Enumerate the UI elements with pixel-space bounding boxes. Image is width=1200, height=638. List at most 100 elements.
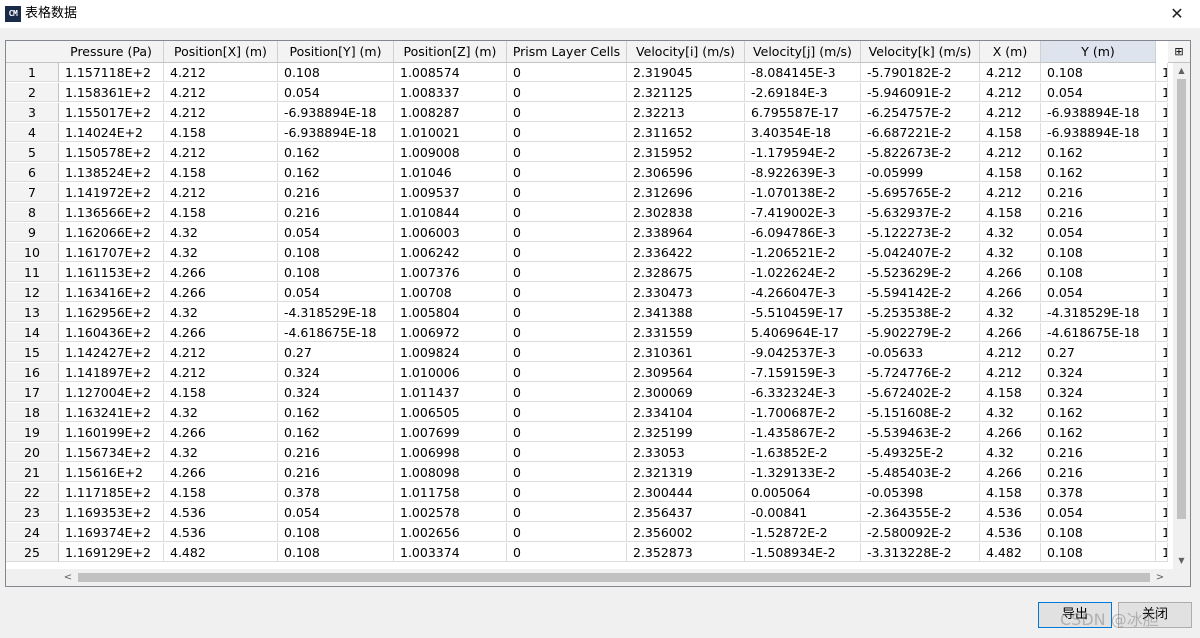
table-cell[interactable]: 1.162066E+2	[59, 223, 164, 242]
table-cell[interactable]: 1.008337	[394, 83, 507, 102]
table-cell[interactable]: -5.672402E-2	[861, 383, 980, 402]
table-cell[interactable]: 1.155017E+2	[59, 103, 164, 122]
table-cell[interactable]: 0	[507, 103, 627, 122]
table-cell[interactable]: 2.311652	[627, 123, 745, 142]
table-cell[interactable]: 4.212	[980, 183, 1041, 202]
row-header[interactable]: 24	[6, 523, 59, 542]
table-cell[interactable]: 1.006505	[394, 403, 507, 422]
table-cell[interactable]: 1.002578	[394, 503, 507, 522]
table-cell[interactable]: 0.162	[278, 163, 394, 182]
table-cell[interactable]: 2.334104	[627, 403, 745, 422]
table-cell[interactable]: 2.300069	[627, 383, 745, 402]
row-header[interactable]: 14	[6, 323, 59, 342]
table-cell[interactable]: 0.216	[1041, 203, 1156, 222]
table-cell[interactable]: 4.212	[980, 343, 1041, 362]
table-cell[interactable]: 0.162	[1041, 143, 1156, 162]
table-cell[interactable]: 4.536	[980, 503, 1041, 522]
table-cell[interactable]: 0	[507, 163, 627, 182]
table-cell[interactable]: 4.482	[980, 543, 1041, 562]
table-cell[interactable]: 1.158361E+2	[59, 83, 164, 102]
table-cell[interactable]: 2.300444	[627, 483, 745, 502]
table-cell[interactable]: 0	[507, 523, 627, 542]
table-cell[interactable]: 1	[1156, 403, 1168, 422]
table-cell[interactable]: 4.158	[980, 483, 1041, 502]
table-cell[interactable]: -1.435867E-2	[745, 423, 861, 442]
table-cell[interactable]: 0.378	[278, 483, 394, 502]
table-row[interactable]: 14 1.160436E+2 4.266 -4.618675E-18 1.006972 0…	[6, 323, 1190, 343]
table-cell[interactable]: 4.212	[164, 83, 278, 102]
table-cell[interactable]: 0.162	[1041, 403, 1156, 422]
window-close-button[interactable]: ✕	[1154, 0, 1200, 28]
table-cell[interactable]: 1.160436E+2	[59, 323, 164, 342]
table-row[interactable]: 11 1.161153E+2 4.266 0.108 1.007376 0 2.328675…	[6, 263, 1190, 283]
table-cell[interactable]: 1.011758	[394, 483, 507, 502]
table-cell[interactable]: 0.324	[278, 383, 394, 402]
table-cell[interactable]: 1.161153E+2	[59, 263, 164, 282]
table-cell[interactable]: 4.212	[980, 83, 1041, 102]
table-cell[interactable]: 0	[507, 383, 627, 402]
table-cell[interactable]: -5.485403E-2	[861, 463, 980, 482]
table-cell[interactable]: 4.266	[980, 463, 1041, 482]
table-cell[interactable]: 0.324	[1041, 383, 1156, 402]
table-cell[interactable]: -5.253538E-2	[861, 303, 980, 322]
header-corner[interactable]	[6, 41, 60, 63]
table-cell[interactable]: -5.594142E-2	[861, 283, 980, 302]
table-cell[interactable]: 1.010006	[394, 363, 507, 382]
table-cell[interactable]: -4.318529E-18	[1041, 303, 1156, 322]
table-cell[interactable]: -6.254757E-2	[861, 103, 980, 122]
table-cell[interactable]: 4.158	[980, 123, 1041, 142]
table-row[interactable]: 16 1.141897E+2 4.212 0.324 1.010006 0 2.309564…	[6, 363, 1190, 383]
table-cell[interactable]: 0.162	[278, 143, 394, 162]
table-cell[interactable]: 1.163416E+2	[59, 283, 164, 302]
table-cell[interactable]: 0	[507, 283, 627, 302]
table-cell[interactable]: 0	[507, 83, 627, 102]
export-button[interactable]: 导出	[1038, 602, 1112, 628]
table-cell[interactable]: -5.902279E-2	[861, 323, 980, 342]
table-cell[interactable]: 2.32213	[627, 103, 745, 122]
table-cell[interactable]: 2.33053	[627, 443, 745, 462]
table-cell[interactable]: 1.142427E+2	[59, 343, 164, 362]
table-row[interactable]: 21 1.15616E+2 4.266 0.216 1.008098 0 2.321319-…	[6, 463, 1190, 483]
table-cell[interactable]: 1	[1156, 363, 1168, 382]
table-cell[interactable]: 4.266	[164, 463, 278, 482]
table-cell[interactable]: 1.169374E+2	[59, 523, 164, 542]
table-cell[interactable]: -8.922639E-3	[745, 163, 861, 182]
table-row[interactable]: 1 1.157118E+2 4.212 0.108 1.008574 0 2.319045-…	[6, 63, 1190, 83]
table-cell[interactable]: 4.212	[980, 143, 1041, 162]
table-cell[interactable]: 4.32	[164, 223, 278, 242]
table-cell[interactable]: 0	[507, 303, 627, 322]
table-cell[interactable]: 4.212	[164, 103, 278, 122]
table-cell[interactable]: 1.002656	[394, 523, 507, 542]
table-cell[interactable]: 6.795587E-17	[745, 103, 861, 122]
table-cell[interactable]: 0	[507, 143, 627, 162]
table-cell[interactable]: 4.212	[164, 183, 278, 202]
table-cell[interactable]: 1.169353E+2	[59, 503, 164, 522]
table-cell[interactable]: 4.158	[980, 163, 1041, 182]
table-cell[interactable]: 0.108	[1041, 263, 1156, 282]
table-cell[interactable]: 1.009537	[394, 183, 507, 202]
table-cell[interactable]: 1.156734E+2	[59, 443, 164, 462]
table-row[interactable]: 9 1.162066E+2 4.32 0.054 1.006003 0 2.338964 -6…	[6, 223, 1190, 243]
column-header[interactable]: Velocity[j] (m/s)	[745, 41, 861, 63]
table-row[interactable]: 25 1.169129E+2 4.482 0.108 1.003374 0 2.352873…	[6, 543, 1190, 563]
row-header[interactable]: 16	[6, 363, 59, 382]
table-cell[interactable]: -7.159159E-3	[745, 363, 861, 382]
table-cell[interactable]: 1	[1156, 103, 1168, 122]
table-cell[interactable]: 0.216	[278, 183, 394, 202]
table-cell[interactable]: 4.32	[980, 303, 1041, 322]
table-cell[interactable]: -1.329133E-2	[745, 463, 861, 482]
table-cell[interactable]: 0.108	[1041, 63, 1156, 82]
table-cell[interactable]: 4.158	[164, 483, 278, 502]
table-cell[interactable]: 4.158	[164, 203, 278, 222]
scroll-left-arrow-icon[interactable]: <	[60, 569, 76, 586]
row-header[interactable]: 4	[6, 123, 59, 142]
table-cell[interactable]: 1	[1156, 123, 1168, 142]
table-cell[interactable]: 2.321125	[627, 83, 745, 102]
row-header[interactable]: 2	[6, 83, 59, 102]
table-cell[interactable]: 0.054	[1041, 83, 1156, 102]
table-cell[interactable]: -6.938894E-18	[278, 103, 394, 122]
table-cell[interactable]: 2.310361	[627, 343, 745, 362]
table-cell[interactable]: 1.169129E+2	[59, 543, 164, 562]
table-cell[interactable]: 0	[507, 323, 627, 342]
table-cell[interactable]: 4.32	[164, 443, 278, 462]
